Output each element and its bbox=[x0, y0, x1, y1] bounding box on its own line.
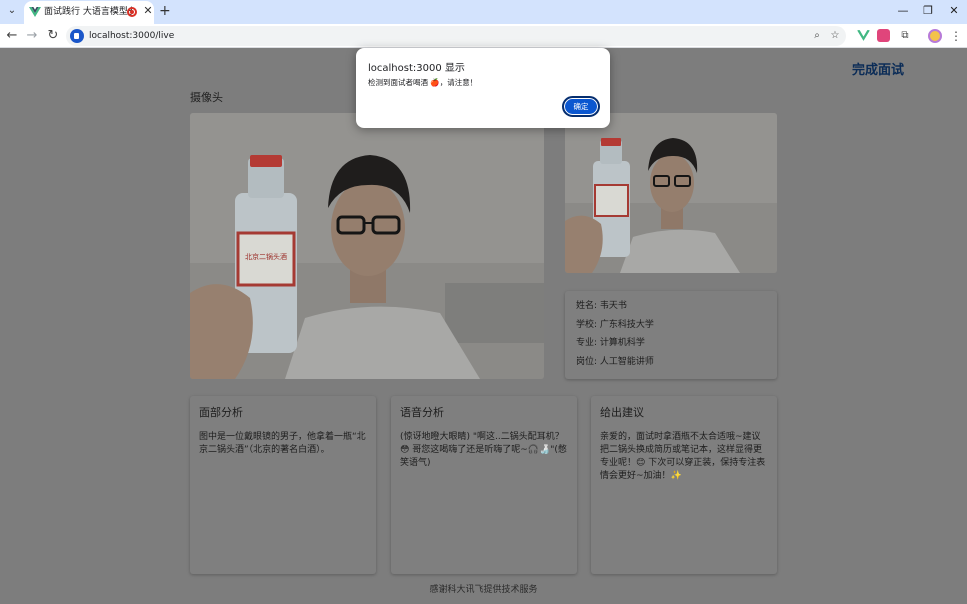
camera-frame-image: 北京二锅头酒 bbox=[190, 113, 544, 379]
camera-heading: 摄像头 bbox=[190, 91, 223, 104]
dialog-ok-button[interactable]: 确定 bbox=[562, 96, 600, 117]
camera-preview-image bbox=[565, 113, 777, 273]
candidate-info-card: 姓名: 韦天书 学校: 广东科技大学 专业: 计算机科学 岗位: 人工智能讲师 bbox=[565, 291, 777, 379]
candidate-name: 姓名: 韦天书 bbox=[576, 301, 627, 311]
candidate-position: 岗位: 人工智能讲师 bbox=[576, 357, 654, 368]
panel-title: 语音分析 bbox=[400, 406, 444, 419]
dialog-message: 检测到面试者喝酒 🍎，请注意！ bbox=[368, 78, 478, 87]
candidate-major: 专业: 计算机科学 bbox=[576, 338, 645, 349]
zoom-icon[interactable]: ⌕ bbox=[810, 29, 824, 43]
footer-credit: 感谢科大讯飞提供技术服务 bbox=[429, 585, 538, 595]
minimize-icon[interactable]: — bbox=[893, 2, 913, 20]
camera-feed-main: 北京二锅头酒 bbox=[190, 113, 544, 379]
finish-interview-button[interactable]: 完成面试 bbox=[852, 59, 904, 78]
back-arrow-icon[interactable]: ← bbox=[3, 27, 21, 45]
new-tab-button[interactable]: + bbox=[159, 3, 173, 19]
dialog-title: localhost:3000 显示 bbox=[368, 63, 465, 74]
extensions-puzzle-icon[interactable]: ⧉ bbox=[898, 29, 912, 43]
interview-page: 完成面试 摄像头 北京二锅头酒 姓名: 韦天书 学校: 广东科技大学 专业: 计… bbox=[0, 49, 967, 604]
profile-avatar[interactable] bbox=[928, 29, 942, 43]
candidate-school: 学校: 广东科技大学 bbox=[576, 319, 654, 330]
address-bar[interactable]: localhost:3000/live ⌕ ☆ bbox=[66, 26, 846, 46]
extension-icon[interactable] bbox=[877, 29, 890, 42]
vue-favicon-icon bbox=[29, 7, 41, 17]
panel-body: 图中是一位戴眼镜的男子，他拿着一瓶“北京二锅头酒”（北京的著名白酒）。 bbox=[199, 432, 366, 455]
recording-indicator-icon bbox=[127, 7, 137, 17]
panel-body: 亲爱的，面试时拿酒瓶不太合适哦~建议把二锅头换成简历或笔记本，这样显得更专业呢！… bbox=[600, 432, 766, 481]
forward-arrow-icon[interactable]: → bbox=[23, 27, 41, 45]
restore-icon[interactable]: ❐ bbox=[918, 2, 938, 20]
panel-body: (惊讶地瞪大眼睛) "啊这..二锅头配耳机？😳 哥您这喝嗨了还是听嗨了呢~🎧🍶"… bbox=[400, 432, 567, 468]
panel-title: 给出建议 bbox=[600, 406, 644, 419]
bottle-label-text: 北京二锅头酒 bbox=[245, 252, 287, 261]
face-analysis-panel: 面部分析 图中是一位戴眼镜的男子，他拿着一瓶“北京二锅头酒”（北京的著名白酒）。 bbox=[190, 396, 376, 574]
bookmark-star-icon[interactable]: ☆ bbox=[828, 29, 842, 43]
browser-toolbar: ← → ↻ localhost:3000/live ⌕ ☆ ⧉ ⋮ bbox=[0, 24, 967, 48]
camera-feed-preview bbox=[565, 113, 777, 273]
site-info-icon[interactable] bbox=[70, 29, 84, 43]
browser-menu-icon[interactable]: ⋮ bbox=[950, 28, 962, 44]
panel-title: 面部分析 bbox=[199, 406, 243, 419]
tab-strip: ⌄ 面试践行 大语言模型多模态 ✕ + — ❐ ✕ bbox=[0, 0, 967, 24]
tab-search-chevron-icon[interactable]: ⌄ bbox=[4, 3, 20, 19]
close-window-icon[interactable]: ✕ bbox=[944, 2, 964, 20]
vue-devtools-extension-icon[interactable] bbox=[857, 29, 870, 42]
url-text[interactable]: localhost:3000/live bbox=[89, 29, 174, 43]
voice-analysis-panel: 语音分析 (惊讶地瞪大眼睛) "啊这..二锅头配耳机？😳 哥您这喝嗨了还是听嗨了… bbox=[391, 396, 577, 574]
advice-panel: 给出建议 亲爱的，面试时拿酒瓶不太合适哦~建议把二锅头换成简历或笔记本，这样显得… bbox=[591, 396, 777, 574]
tab-title: 面试践行 大语言模型多模态 bbox=[44, 7, 132, 17]
browser-tab-active[interactable]: 面试践行 大语言模型多模态 ✕ bbox=[24, 1, 154, 24]
close-tab-icon[interactable]: ✕ bbox=[142, 4, 154, 18]
reload-icon[interactable]: ↻ bbox=[44, 27, 62, 45]
